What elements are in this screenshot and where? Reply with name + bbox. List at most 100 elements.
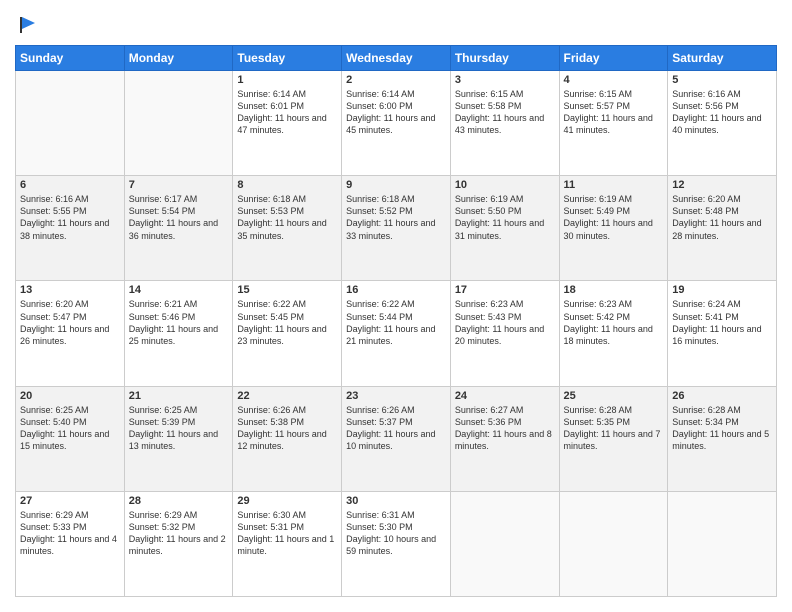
day-number: 16 — [346, 284, 446, 296]
calendar-cell — [16, 71, 125, 176]
day-number: 1 — [237, 74, 337, 86]
calendar-cell: 24Sunrise: 6:27 AM Sunset: 5:36 PM Dayli… — [450, 386, 559, 491]
logo-flag-icon — [17, 15, 37, 35]
col-header-friday: Friday — [559, 46, 668, 71]
day-number: 22 — [237, 390, 337, 402]
day-info: Sunrise: 6:19 AM Sunset: 5:50 PM Dayligh… — [455, 193, 555, 242]
logo-text — [15, 15, 37, 35]
calendar-cell: 13 Sunrise: 6:20 AM Sunset: 5:47 PM Dayli… — [16, 281, 125, 386]
day-info: Sunrise: 6:16 AM Sunset: 5:55 PM Dayligh… — [20, 193, 120, 242]
calendar-cell: 6 Sunrise: 6:16 AM Sunset: 5:55 PM Daylig… — [16, 176, 125, 281]
calendar-cell: 17 Sunrise: 6:23 AM Sunset: 5:43 PM Dayli… — [450, 281, 559, 386]
day-number: 21 — [129, 390, 229, 402]
day-number: 20 — [20, 390, 120, 402]
calendar-cell: 2 Sunrise: 6:14 AM Sunset: 6:00 PM Daylig… — [342, 71, 451, 176]
day-info: Sunrise: 6:15 AM Sunset: 5:57 PM Dayligh… — [564, 88, 664, 137]
day-number: 14 — [129, 284, 229, 296]
day-info: Sunrise: 6:28 AM Sunset: 5:35 PM Dayligh… — [564, 404, 664, 453]
header — [15, 15, 777, 35]
calendar-cell: 16 Sunrise: 6:22 AM Sunset: 5:44 PM Dayli… — [342, 281, 451, 386]
col-header-wednesday: Wednesday — [342, 46, 451, 71]
day-number: 4 — [564, 74, 664, 86]
day-info: Sunrise: 6:23 AM Sunset: 5:42 PM Dayligh… — [564, 298, 664, 347]
calendar-row-4: 20 Sunrise: 6:25 AM Sunset: 5:40 PM Dayli… — [16, 386, 777, 491]
calendar-cell: 30 Sunrise: 6:31 AM Sunset: 5:30 PM Dayli… — [342, 491, 451, 596]
day-info: Sunrise: 6:26 AM Sunset: 5:38 PM Dayligh… — [237, 404, 337, 453]
day-number: 13 — [20, 284, 120, 296]
calendar-cell: 27Sunrise: 6:29 AM Sunset: 5:33 PM Dayli… — [16, 491, 125, 596]
calendar-cell: 7 Sunrise: 6:17 AM Sunset: 5:54 PM Daylig… — [124, 176, 233, 281]
calendar-cell: 26 Sunrise: 6:28 AM Sunset: 5:34 PM Dayli… — [668, 386, 777, 491]
day-number: 27 — [20, 495, 120, 507]
calendar-cell: 22 Sunrise: 6:26 AM Sunset: 5:38 PM Dayli… — [233, 386, 342, 491]
day-number: 29 — [237, 495, 337, 507]
day-info: Sunrise: 6:22 AM Sunset: 5:44 PM Dayligh… — [346, 298, 446, 347]
col-header-sunday: Sunday — [16, 46, 125, 71]
calendar-cell: 23 Sunrise: 6:26 AM Sunset: 5:37 PM Dayli… — [342, 386, 451, 491]
day-number: 10 — [455, 179, 555, 191]
calendar-table: SundayMondayTuesdayWednesdayThursdayFrid… — [15, 45, 777, 597]
day-number: 3 — [455, 74, 555, 86]
day-number: 17 — [455, 284, 555, 296]
day-number: 9 — [346, 179, 446, 191]
day-number: 23 — [346, 390, 446, 402]
calendar-cell: 29 Sunrise: 6:30 AM Sunset: 5:31 PM Dayli… — [233, 491, 342, 596]
day-info: Sunrise: 6:26 AM Sunset: 5:37 PM Dayligh… — [346, 404, 446, 453]
calendar-cell: 18 Sunrise: 6:23 AM Sunset: 5:42 PM Dayli… — [559, 281, 668, 386]
page: SundayMondayTuesdayWednesdayThursdayFrid… — [0, 0, 792, 612]
day-info: Sunrise: 6:22 AM Sunset: 5:45 PM Dayligh… — [237, 298, 337, 347]
day-info: Sunrise: 6:18 AM Sunset: 5:53 PM Dayligh… — [237, 193, 337, 242]
col-header-monday: Monday — [124, 46, 233, 71]
calendar-cell: 19 Sunrise: 6:24 AM Sunset: 5:41 PM Dayli… — [668, 281, 777, 386]
calendar-cell — [124, 71, 233, 176]
day-number: 6 — [20, 179, 120, 191]
day-number: 26 — [672, 390, 772, 402]
day-info: Sunrise: 6:17 AM Sunset: 5:54 PM Dayligh… — [129, 193, 229, 242]
calendar-row-3: 13 Sunrise: 6:20 AM Sunset: 5:47 PM Dayli… — [16, 281, 777, 386]
calendar-cell: 11 Sunrise: 6:19 AM Sunset: 5:49 PM Dayli… — [559, 176, 668, 281]
day-info: Sunrise: 6:30 AM Sunset: 5:31 PM Dayligh… — [237, 509, 337, 558]
day-info: Sunrise: 6:23 AM Sunset: 5:43 PM Dayligh… — [455, 298, 555, 347]
day-info: Sunrise: 6:31 AM Sunset: 5:30 PM Dayligh… — [346, 509, 446, 558]
calendar-row-1: 1 Sunrise: 6:14 AM Sunset: 6:01 PM Daylig… — [16, 71, 777, 176]
calendar-cell: 5Sunrise: 6:16 AM Sunset: 5:56 PM Daylig… — [668, 71, 777, 176]
day-info: Sunrise: 6:25 AM Sunset: 5:40 PM Dayligh… — [20, 404, 120, 453]
col-header-saturday: Saturday — [668, 46, 777, 71]
day-info: Sunrise: 6:14 AM Sunset: 6:01 PM Dayligh… — [237, 88, 337, 137]
day-info: Sunrise: 6:19 AM Sunset: 5:49 PM Dayligh… — [564, 193, 664, 242]
day-number: 8 — [237, 179, 337, 191]
calendar-cell: 10 Sunrise: 6:19 AM Sunset: 5:50 PM Dayli… — [450, 176, 559, 281]
day-info: Sunrise: 6:14 AM Sunset: 6:00 PM Dayligh… — [346, 88, 446, 137]
calendar-cell: 14Sunrise: 6:21 AM Sunset: 5:46 PM Dayli… — [124, 281, 233, 386]
day-number: 28 — [129, 495, 229, 507]
day-number: 11 — [564, 179, 664, 191]
calendar-header-row: SundayMondayTuesdayWednesdayThursdayFrid… — [16, 46, 777, 71]
day-info: Sunrise: 6:18 AM Sunset: 5:52 PM Dayligh… — [346, 193, 446, 242]
calendar-cell: 20 Sunrise: 6:25 AM Sunset: 5:40 PM Dayli… — [16, 386, 125, 491]
day-number: 5 — [672, 74, 772, 86]
calendar-cell — [559, 491, 668, 596]
calendar-cell: 1 Sunrise: 6:14 AM Sunset: 6:01 PM Daylig… — [233, 71, 342, 176]
day-info: Sunrise: 6:29 AM Sunset: 5:32 PM Dayligh… — [129, 509, 229, 558]
day-number: 19 — [672, 284, 772, 296]
logo — [15, 15, 37, 35]
day-info: Sunrise: 6:20 AM Sunset: 5:47 PM Dayligh… — [20, 298, 120, 347]
calendar-cell — [668, 491, 777, 596]
col-header-thursday: Thursday — [450, 46, 559, 71]
calendar-cell: 21 Sunrise: 6:25 AM Sunset: 5:39 PM Dayli… — [124, 386, 233, 491]
day-info: Sunrise: 6:25 AM Sunset: 5:39 PM Dayligh… — [129, 404, 229, 453]
col-header-tuesday: Tuesday — [233, 46, 342, 71]
day-number: 18 — [564, 284, 664, 296]
day-number: 2 — [346, 74, 446, 86]
calendar-row-5: 27Sunrise: 6:29 AM Sunset: 5:33 PM Dayli… — [16, 491, 777, 596]
day-number: 30 — [346, 495, 446, 507]
day-info: Sunrise: 6:24 AM Sunset: 5:41 PM Dayligh… — [672, 298, 772, 347]
calendar-cell: 9 Sunrise: 6:18 AM Sunset: 5:52 PM Daylig… — [342, 176, 451, 281]
day-info: Sunrise: 6:28 AM Sunset: 5:34 PM Dayligh… — [672, 404, 772, 453]
day-number: 15 — [237, 284, 337, 296]
day-number: 7 — [129, 179, 229, 191]
day-info: Sunrise: 6:20 AM Sunset: 5:48 PM Dayligh… — [672, 193, 772, 242]
calendar-cell: 12Sunrise: 6:20 AM Sunset: 5:48 PM Dayli… — [668, 176, 777, 281]
day-number: 24 — [455, 390, 555, 402]
calendar-cell: 3Sunrise: 6:15 AM Sunset: 5:58 PM Daylig… — [450, 71, 559, 176]
